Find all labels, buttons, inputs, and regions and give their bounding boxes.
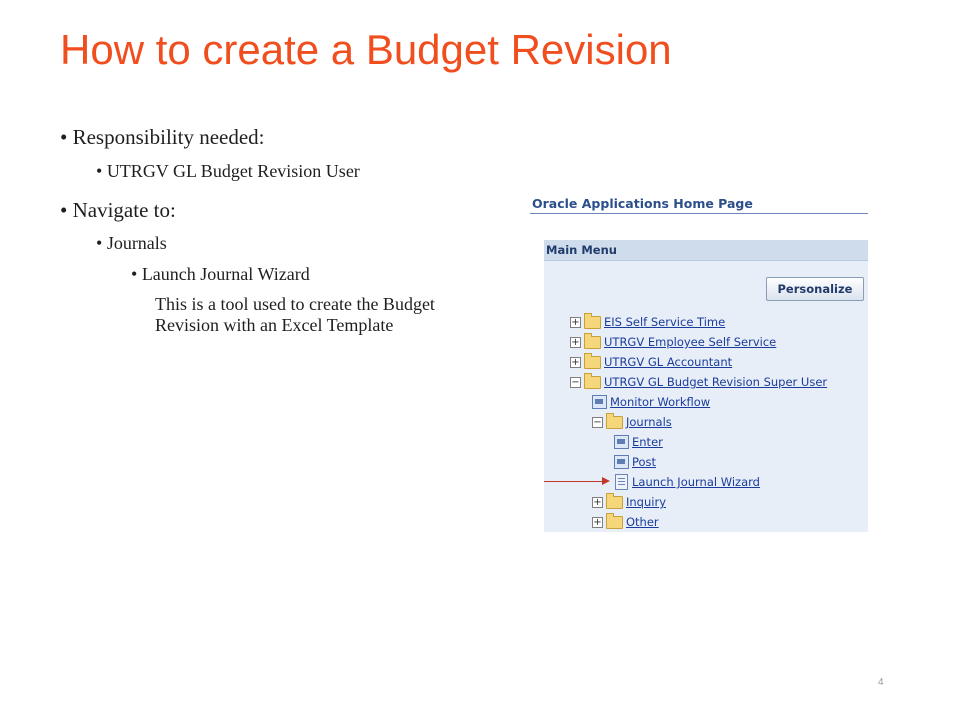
- main-menu-header: Main Menu: [544, 240, 868, 261]
- folder-icon: [584, 333, 601, 349]
- bullet-journals-text: Journals: [106, 233, 167, 253]
- tree-item-label[interactable]: Launch Journal Wizard: [632, 475, 760, 489]
- personalize-button[interactable]: Personalize: [766, 277, 864, 301]
- bullet-navigate: • Navigate to:: [60, 198, 176, 223]
- bullet-dot: •: [60, 125, 73, 149]
- bullet-dot: •: [131, 264, 142, 284]
- document-icon: [615, 474, 628, 490]
- oracle-home-title[interactable]: Oracle Applications Home Page: [532, 196, 753, 211]
- tree-item-label[interactable]: Other: [626, 515, 659, 529]
- pointer-arrow: [544, 481, 606, 482]
- bullet-wizard: • Launch Journal Wizard: [131, 264, 310, 285]
- divider: [530, 213, 868, 214]
- bullet-dot: •: [96, 233, 107, 253]
- page-number: 4: [878, 677, 884, 688]
- tree-item-label[interactable]: Monitor Workflow: [610, 395, 710, 409]
- arrow-head-icon: [602, 477, 610, 485]
- main-menu-title: Main Menu: [546, 243, 617, 257]
- folder-icon: [606, 413, 623, 429]
- folder-icon: [606, 513, 623, 529]
- expand-icon[interactable]: +: [570, 337, 581, 348]
- bullet-wizard-text: Launch Journal Wizard: [141, 264, 310, 284]
- bullet-dot: •: [60, 198, 73, 222]
- function-icon: [614, 455, 629, 469]
- tree-item-label[interactable]: UTRGV GL Accountant: [604, 355, 732, 369]
- folder-icon: [584, 313, 601, 329]
- expand-icon[interactable]: +: [570, 357, 581, 368]
- expand-icon[interactable]: +: [592, 497, 603, 508]
- expand-icon[interactable]: +: [570, 317, 581, 328]
- folder-icon: [584, 373, 601, 389]
- slide-title: How to create a Budget Revision: [60, 26, 672, 73]
- tree-item-label[interactable]: Journals: [626, 415, 672, 429]
- tree-item-label[interactable]: Inquiry: [626, 495, 666, 509]
- collapse-icon[interactable]: −: [592, 417, 603, 428]
- bullet-dot: •: [96, 161, 107, 181]
- bullet-responsibility-text: Responsibility needed:: [72, 125, 265, 149]
- bullet-journals: • Journals: [96, 233, 167, 254]
- wizard-description: This is a tool used to create the Budget…: [155, 294, 435, 335]
- bullet-responsibility-value-text: UTRGV GL Budget Revision User: [106, 161, 360, 181]
- function-icon: [614, 435, 629, 449]
- collapse-icon[interactable]: −: [570, 377, 581, 388]
- tree-item-label[interactable]: Enter: [632, 435, 663, 449]
- main-menu-panel: Main Menu Personalize + EIS Self Service…: [544, 240, 868, 532]
- tree-item-label[interactable]: Post: [632, 455, 656, 469]
- folder-icon: [584, 353, 601, 369]
- tree-item-label[interactable]: UTRGV Employee Self Service: [604, 335, 776, 349]
- folder-icon: [606, 493, 623, 509]
- bullet-navigate-text: Navigate to:: [72, 198, 176, 222]
- bullet-responsibility-value: • UTRGV GL Budget Revision User: [96, 161, 360, 182]
- expand-icon[interactable]: +: [592, 517, 603, 528]
- function-icon: [592, 395, 607, 409]
- tree-item-label[interactable]: EIS Self Service Time: [604, 315, 725, 329]
- tree-item-label[interactable]: UTRGV GL Budget Revision Super User: [604, 375, 827, 389]
- bullet-responsibility: • Responsibility needed:: [60, 125, 265, 150]
